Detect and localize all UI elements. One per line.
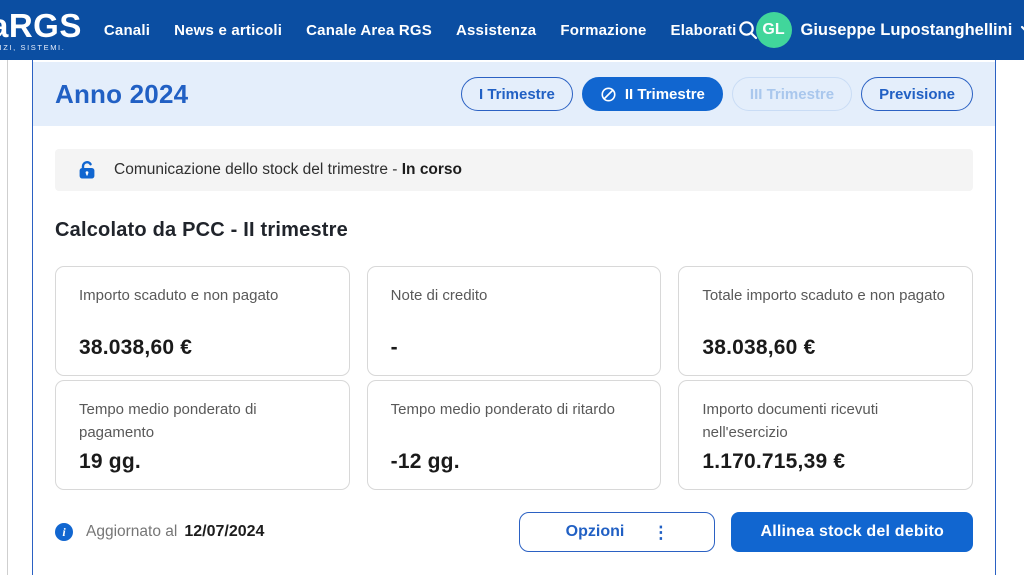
card-importo-documenti-ricevuti: Importo documenti ricevuti nell'esercizi… [678, 380, 973, 490]
card-label: Tempo medio ponderato di pagamento [79, 401, 257, 442]
card-note-di-credito: Note di credito - [366, 266, 662, 376]
slashed-circle-icon [600, 86, 617, 103]
card-totale-importo-scaduto: Totale importo scaduto e non pagato 38.0… [678, 266, 973, 376]
main-menu: Canali News e articoli Canale Area RGS A… [104, 22, 737, 39]
quarter-tabs: I Trimestre II Trimestre III Trimestre P… [460, 77, 973, 111]
kebab-menu-icon: ⋮ [652, 522, 670, 542]
open-lock-icon [75, 158, 99, 182]
stock-panel: Anno 2024 I Trimestre II Trimestre III T… [32, 60, 996, 575]
menu-item-assistenza[interactable]: Assistenza [456, 22, 536, 39]
avatar[interactable]: GL [755, 12, 792, 48]
updated-label: Aggiornato al [86, 523, 178, 540]
status-banner: Comunicazione dello stock del trimestre … [55, 149, 973, 191]
top-navbar: aRGS VIZI, SISTEMI. Canali News e artico… [0, 0, 1024, 60]
card-label: Totale importo scaduto e non pagato [702, 287, 945, 304]
tab-i-trimestre[interactable]: I Trimestre [460, 77, 573, 111]
card-label: Importo documenti ricevuti nell'esercizi… [702, 401, 879, 442]
page-title: Anno 2024 [55, 78, 189, 109]
menu-item-elaborati[interactable]: Elaborati [671, 22, 737, 39]
menu-item-canale-area-rgs[interactable]: Canale Area RGS [306, 22, 432, 39]
tab-label: Previsione [879, 85, 955, 103]
tab-previsione[interactable]: Previsione [861, 77, 973, 111]
footer-buttons: Opzioni ⋮ Allinea stock del debito [519, 512, 973, 552]
options-button[interactable]: Opzioni ⋮ [519, 512, 716, 552]
card-value: 38.038,60 € [79, 336, 193, 359]
tab-ii-trimestre[interactable]: II Trimestre [581, 77, 723, 111]
options-label: Opzioni [565, 523, 625, 540]
info-icon[interactable]: i [55, 523, 73, 541]
year-header: Anno 2024 I Trimestre II Trimestre III T… [33, 62, 995, 126]
menu-item-news-e-articoli[interactable]: News e articoli [174, 22, 282, 39]
menu-item-formazione[interactable]: Formazione [560, 22, 646, 39]
tab-label: III Trimestre [749, 85, 835, 103]
card-value: 38.038,60 € [702, 336, 816, 359]
card-value: -12 gg. [390, 450, 460, 473]
navbar-right-group: GL Giuseppe Lupostanghellini [737, 12, 1024, 48]
tab-iii-trimestre[interactable]: III Trimestre [731, 77, 853, 111]
status-text: Comunicazione dello stock del trimestre … [114, 161, 462, 179]
rgs-logo[interactable]: aRGS VIZI, SISTEMI. [0, 9, 82, 52]
chevron-down-icon[interactable] [1018, 20, 1024, 40]
align-debt-stock-button[interactable]: Allinea stock del debito [731, 512, 973, 552]
card-label: Importo scaduto e non pagato [79, 287, 279, 304]
panel-content: Comunicazione dello stock del trimestre … [33, 149, 995, 552]
rgs-logo-tagline: VIZI, SISTEMI. [0, 42, 66, 52]
card-importo-scaduto: Importo scaduto e non pagato 38.038,60 € [55, 266, 350, 376]
left-divider [7, 60, 8, 575]
footer-actions-row: i Aggiornato al 12/07/2024 Opzioni ⋮ All… [55, 512, 973, 552]
updated-date: 12/07/2024 [184, 523, 265, 540]
card-label: Note di credito [390, 287, 488, 304]
kpi-cards-grid: Importo scaduto e non pagato 38.038,60 €… [55, 266, 973, 490]
tab-label: II Trimestre [624, 85, 705, 103]
card-value: - [390, 336, 398, 359]
card-value: 1.170.715,39 € [702, 450, 846, 473]
card-label: Tempo medio ponderato di ritardo [390, 401, 615, 418]
user-name[interactable]: Giuseppe Lupostanghellini [801, 21, 1013, 40]
status-badge: In corso [401, 161, 463, 178]
tab-label: I Trimestre [478, 85, 555, 103]
menu-item-canali[interactable]: Canali [104, 22, 150, 39]
card-value: 19 gg. [79, 450, 141, 473]
section-title: Calcolato da PCC - II trimestre [55, 219, 348, 241]
rgs-logo-text: aRGS [0, 6, 82, 44]
status-message: Comunicazione dello stock del trimestre … [114, 161, 398, 178]
card-tempo-medio-ritardo: Tempo medio ponderato di ritardo -12 gg. [366, 380, 662, 490]
card-tempo-medio-pagamento: Tempo medio ponderato di pagamento 19 gg… [55, 380, 350, 490]
